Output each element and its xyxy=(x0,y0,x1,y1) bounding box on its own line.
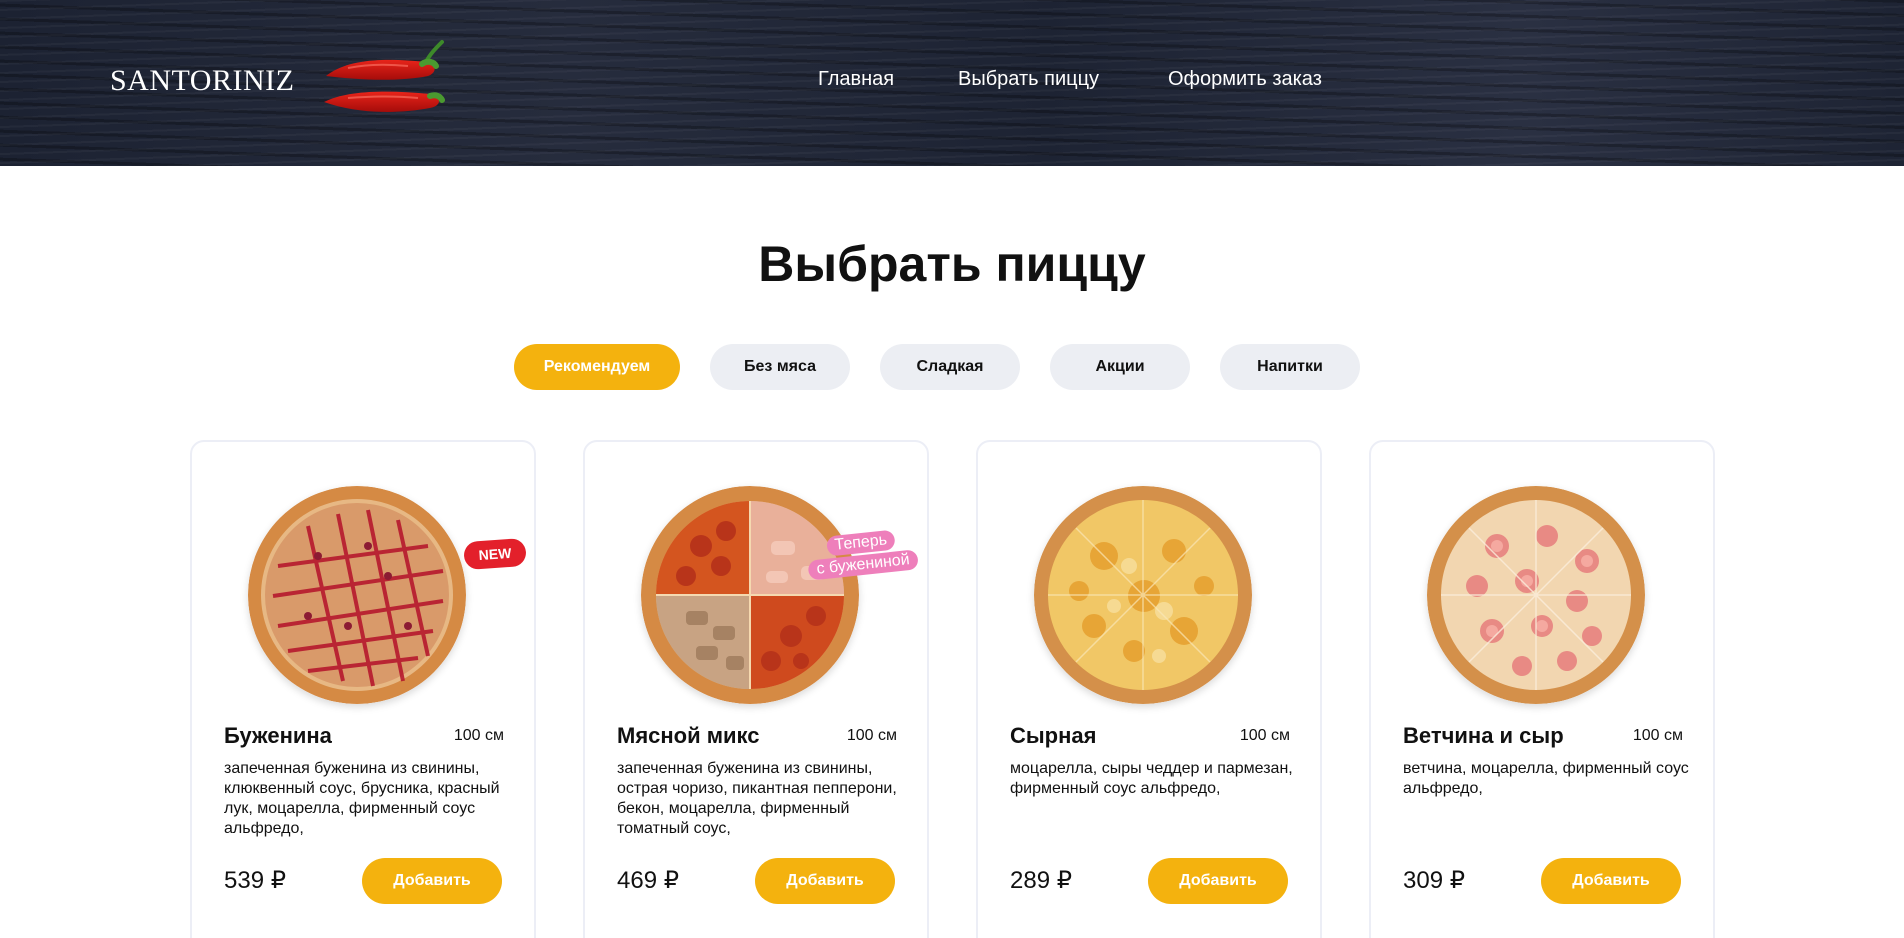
product-price: 539 ₽ xyxy=(224,867,286,894)
product-name: Сырная xyxy=(1010,723,1097,748)
pizza-ham-cheese-image xyxy=(1427,486,1645,704)
product-name: Ветчина и сыр xyxy=(1403,723,1564,748)
filter-recommended[interactable]: Рекомендуем xyxy=(514,344,680,390)
product-size: 100 см xyxy=(1632,727,1683,744)
nav-link-choose-pizza[interactable]: Выбрать пиццу xyxy=(958,68,1099,91)
pizza-image xyxy=(1028,480,1258,710)
main-nav: Главная Выбрать пиццу Оформить заказ xyxy=(0,68,1904,98)
product-size: 100 см xyxy=(846,727,897,744)
product-card: Ветчина и сыр 100 см ветчина, моцарелла,… xyxy=(1369,440,1715,938)
nav-link-checkout[interactable]: Оформить заказ xyxy=(1168,68,1322,91)
product-price: 309 ₽ xyxy=(1403,867,1465,894)
add-to-cart-button[interactable]: Добавить xyxy=(755,858,895,904)
pizza-image xyxy=(1421,480,1651,710)
product-name: Буженина xyxy=(224,723,332,748)
add-to-cart-button[interactable]: Добавить xyxy=(1541,858,1681,904)
product-size: 100 см xyxy=(453,727,504,744)
page-title: Выбрать пиццу xyxy=(758,236,1146,292)
pizza-cheese-image xyxy=(1034,486,1252,704)
nav-link-home[interactable]: Главная xyxy=(818,68,894,91)
product-card: Теперь с бужениной Мясной микс 100 см за… xyxy=(583,440,929,938)
add-to-cart-button[interactable]: Добавить xyxy=(1148,858,1288,904)
product-price: 289 ₽ xyxy=(1010,867,1072,894)
filter-promotions[interactable]: Акции xyxy=(1050,344,1190,390)
pizza-image: Теперь с бужениной xyxy=(635,480,919,710)
pizza-image: NEW xyxy=(242,480,527,710)
product-card: NEW Буженина 100 см запеченная буженина … xyxy=(190,440,536,938)
pizza-buzhenina-image xyxy=(248,486,466,704)
filter-no-meat[interactable]: Без мяса xyxy=(710,344,850,390)
add-to-cart-button[interactable]: Добавить xyxy=(362,858,502,904)
product-description: моцарелла, сыры чеддер и пармезан, фирме… xyxy=(1010,760,1293,797)
product-card: Сырная 100 см моцарелла, сыры чеддер и п… xyxy=(976,440,1322,938)
filter-drinks[interactable]: Напитки xyxy=(1220,344,1360,390)
product-description: ветчина, моцарелла, фирменный соус альфр… xyxy=(1403,760,1689,797)
pizza-meat-mix-image xyxy=(641,486,859,704)
filter-sweet[interactable]: Сладкая xyxy=(880,344,1020,390)
new-badge: NEW xyxy=(463,537,527,571)
site-header: SANTORINIZ Главная Выбрать пиццу Оформит… xyxy=(0,0,1904,166)
product-name: Мясной микс xyxy=(617,723,760,748)
product-price: 469 ₽ xyxy=(617,867,679,894)
product-description: запеченная буженина из свинины, клюквенн… xyxy=(224,760,500,837)
product-size: 100 см xyxy=(1239,727,1290,744)
product-description: запеченная буженина из свинины, острая ч… xyxy=(617,760,897,837)
